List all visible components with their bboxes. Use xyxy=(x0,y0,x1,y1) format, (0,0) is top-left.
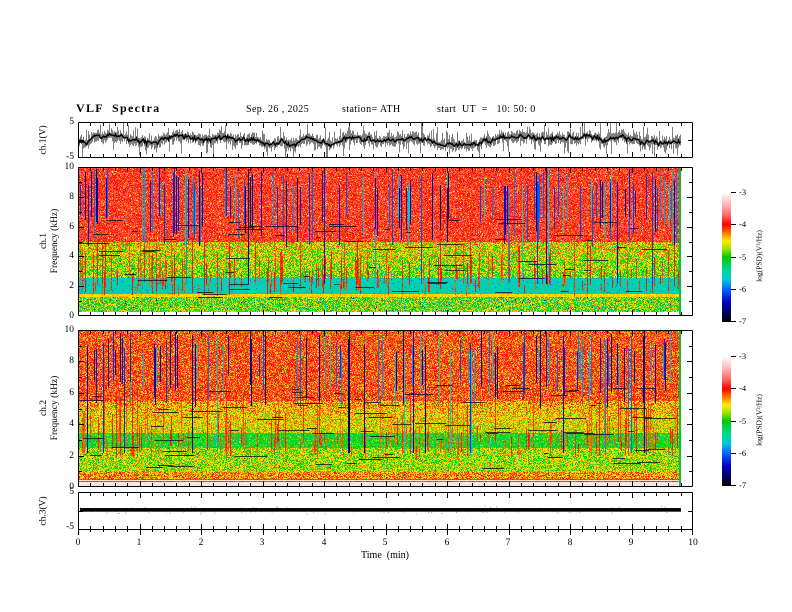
spec2-ylabel-line2: Frequency (kHz) xyxy=(50,375,60,441)
cb1-tick: -3 xyxy=(739,187,747,197)
xtick: 10 xyxy=(688,538,698,548)
xtick: 1 xyxy=(136,538,142,548)
ch1-voltage-plot xyxy=(78,122,693,158)
spec1-ytick: 2 xyxy=(69,281,74,291)
spec1-ylabel-line1: ch.1 xyxy=(39,232,49,250)
spec2-ytick: 8 xyxy=(69,356,74,366)
xtick: 0 xyxy=(75,538,81,548)
cb1-label: log(PSD)(V²/Hz) xyxy=(754,230,764,282)
ch1-wave-ytick-bottom: -5 xyxy=(66,152,74,162)
ch1-spectrogram xyxy=(78,167,693,316)
cb1-tick: -7 xyxy=(739,316,747,326)
colorbar-2 xyxy=(722,356,738,486)
cb1-tick: -6 xyxy=(739,284,747,294)
station-label: station= ATH xyxy=(342,104,401,115)
date-label: Sep. 26 , 2025 xyxy=(246,104,310,115)
cb2-label: log(PSD)(V²/Hz) xyxy=(754,394,764,446)
cb1-tick: -4 xyxy=(739,219,747,229)
cb2-tick: -7 xyxy=(739,480,747,490)
xtick: 5 xyxy=(382,538,388,548)
xtick: 4 xyxy=(321,538,327,548)
xtick: 3 xyxy=(259,538,265,548)
xtick: 8 xyxy=(567,538,573,548)
ch3-voltage-plot xyxy=(78,492,693,539)
xtick: 6 xyxy=(444,538,450,548)
ch3-ytick-top: 5 xyxy=(69,487,74,497)
spec2-ylabel-line1: ch.2 xyxy=(39,399,49,417)
xtick: 2 xyxy=(198,538,204,548)
ch3-ylabel: ch.3(V) xyxy=(38,496,49,526)
spec2-ylabel: ch.2 Frequency (kHz) xyxy=(39,376,61,441)
spec1-ylabel: ch.1 Frequency (kHz) xyxy=(39,209,61,274)
ch3-ytick-bottom: -5 xyxy=(66,522,74,532)
spec1-ytick: 8 xyxy=(69,192,74,202)
colorbar-1 xyxy=(722,192,738,322)
spec2-ytick: 2 xyxy=(69,451,74,461)
ch1-wave-ytick-top: 5 xyxy=(69,117,74,127)
xaxis-label: Time (min) xyxy=(361,550,409,561)
vlf-spectra-figure: VLF Spectra Sep. 26 , 2025 station= ATH … xyxy=(0,0,792,612)
spec1-ytick: 10 xyxy=(64,162,75,172)
page-title: VLF Spectra xyxy=(76,101,161,115)
ch1-wave-ylabel: ch.1(V) xyxy=(38,125,49,155)
ch2-spectrogram xyxy=(78,330,693,487)
start-ut-label: start UT = 10: 50: 0 xyxy=(437,104,536,115)
spec2-ytick: 10 xyxy=(64,325,75,335)
cb2-tick: -3 xyxy=(739,351,747,361)
cb2-tick: -4 xyxy=(739,383,747,393)
cb2-tick: -6 xyxy=(739,448,747,458)
spec1-ytick: 0 xyxy=(69,311,74,321)
spec1-ylabel-line2: Frequency (kHz) xyxy=(50,208,60,274)
xtick: 7 xyxy=(505,538,511,548)
xtick: 9 xyxy=(628,538,634,548)
